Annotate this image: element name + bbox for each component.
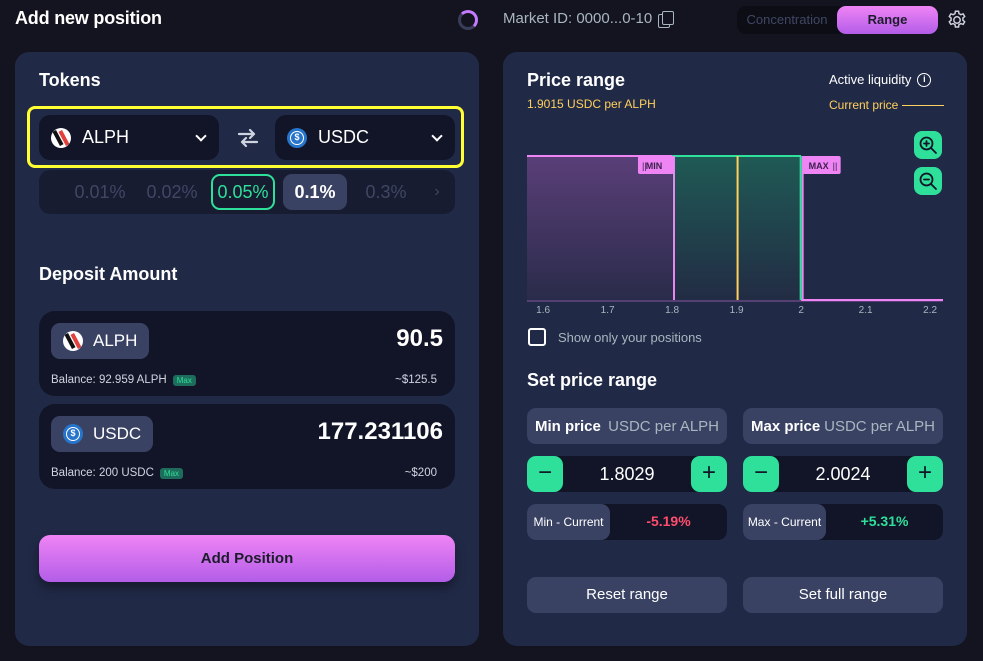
token-b-name: USDC [318, 127, 370, 147]
max-price-label-box: Max price USDC per ALPH [743, 408, 943, 444]
deposit-amount-input[interactable]: 90.5 [396, 325, 443, 353]
right-panel [503, 52, 967, 646]
fee-tier-row: 0.01% 0.02% 0.05% 0.1% 0.3% › [39, 170, 455, 214]
price-range-title: Price range [527, 70, 626, 90]
min-price-decrement-button[interactable]: − [527, 456, 563, 492]
mode-range-button[interactable]: Range [837, 6, 938, 34]
fee-tier-0-01[interactable]: 0.01% [65, 174, 135, 210]
deposit-amount-input[interactable]: 177.231106 [318, 418, 443, 446]
min-price-increment-button[interactable]: + [691, 456, 727, 492]
active-liquidity-label: Active liquidity [829, 72, 912, 87]
deposit-token-name: ALPH [93, 331, 138, 350]
copy-icon[interactable] [658, 10, 675, 28]
mode-concentration-button[interactable]: Concentration [737, 6, 837, 34]
min-handle-grip: || [642, 161, 647, 171]
set-price-range-title: Set price range [527, 370, 658, 390]
token-a-select[interactable]: ALPH [39, 115, 219, 160]
max-button[interactable]: Max [159, 467, 184, 479]
chevron-down-icon [195, 130, 207, 142]
deposit-box-alph: ALPH 90.5 Balance: 92.959 ALPH Max ~$125… [39, 311, 455, 396]
fee-tier-0-05[interactable]: 0.05% [211, 174, 275, 210]
usd-value: ~$200 [404, 467, 437, 479]
tokens-title: Tokens [39, 70, 101, 90]
min-price-input[interactable]: 1.8029 [563, 456, 691, 492]
current-price-legend-line [902, 104, 945, 106]
token-b-select[interactable]: $ USDC [275, 115, 455, 160]
x-tick-label: 1.7 [601, 305, 615, 316]
fee-tier-0-1[interactable]: 0.1% [283, 174, 347, 210]
min-current-box: Min - Current -5.19% [527, 504, 727, 540]
balance-text: Balance: 200 USDC [51, 467, 154, 479]
max-price-input[interactable]: 2.0024 [779, 456, 907, 492]
max-button[interactable]: Max [172, 374, 196, 386]
max-current-box: Max - Current +5.31% [743, 504, 943, 540]
show-only-positions-row[interactable]: Show only your positions [528, 328, 702, 346]
max-price-increment-button[interactable]: + [907, 456, 943, 492]
x-tick-label: 2 [798, 305, 804, 316]
token-a-name: ALPH [82, 127, 130, 147]
x-tick-label: 2.2 [923, 305, 937, 316]
current-price-legend: Current price [829, 98, 945, 112]
min-price-unit: USDC per ALPH [608, 417, 719, 435]
deposit-token-alph[interactable]: ALPH [51, 323, 150, 359]
deposit-box-usdc: $ USDC 177.231106 Balance: 200 USDC Max … [39, 404, 455, 489]
market-id: Market ID: 0000...0-10 [503, 10, 675, 28]
max-price-stepper: − 2.0024 + [743, 456, 943, 492]
max-price-label: Max price [751, 417, 821, 435]
deposit-token-usdc[interactable]: $ USDC [51, 416, 154, 452]
current-price-text: 1.9015 USDC per ALPH [527, 97, 656, 111]
min-handle-label: MIN [646, 161, 663, 171]
page-title: Add new position [15, 8, 162, 28]
chevron-right-icon[interactable]: › [429, 174, 445, 210]
fee-tier-0-3[interactable]: 0.3% [351, 174, 421, 210]
max-handle-label: MAX [809, 161, 829, 171]
max-price-decrement-button[interactable]: − [743, 456, 779, 492]
add-position-button[interactable]: Add Position [39, 535, 455, 582]
price-range-chart[interactable]: MIN|| MAX ||1.6 1.7 1.8 1.9 2 2.1 2.2 [527, 150, 943, 320]
max-handle-grip: || [833, 161, 838, 171]
reset-range-button[interactable]: Reset range [527, 577, 727, 613]
market-id-text: Market ID: 0000...0-10 [503, 10, 653, 27]
balance-alph: Balance: 92.959 ALPH Max [51, 374, 196, 386]
current-price-legend-label: Current price [829, 98, 899, 112]
usdc-logo-icon: $ [63, 424, 83, 444]
max-price-unit: USDC per ALPH [824, 417, 935, 435]
fee-tier-0-02[interactable]: 0.02% [137, 174, 207, 210]
x-tick-label: 1.8 [665, 305, 679, 316]
max-current-label: Max - Current [743, 504, 826, 540]
x-tick-label: 1.9 [730, 305, 744, 316]
gear-icon[interactable] [946, 9, 968, 31]
show-only-positions-label: Show only your positions [558, 329, 702, 345]
min-price-label: Min price [535, 417, 601, 435]
max-current-value: +5.31% [860, 513, 909, 529]
alph-logo-icon [51, 127, 71, 148]
usd-value: ~$125.5 [395, 374, 437, 386]
swap-icon[interactable] [236, 128, 260, 148]
min-price-stepper: − 1.8029 + [527, 456, 727, 492]
min-current-label: Min - Current [527, 504, 610, 540]
min-current-value: -5.19% [646, 513, 691, 529]
chevron-down-icon [431, 130, 443, 142]
deposit-token-name: USDC [93, 424, 142, 443]
info-icon[interactable]: i [917, 72, 932, 87]
active-liquidity: Active liquidity i [829, 72, 932, 87]
deposit-title: Deposit Amount [39, 264, 178, 284]
balance-usdc: Balance: 200 USDC Max [51, 467, 184, 479]
refresh-spinner-icon[interactable] [458, 10, 478, 30]
liquidity-bar [527, 156, 673, 300]
x-tick-label: 2.1 [859, 305, 873, 316]
mode-toggle: Concentration Range [737, 6, 938, 34]
x-tick-label: 1.6 [536, 305, 550, 316]
show-only-positions-checkbox[interactable] [528, 328, 546, 346]
min-price-label-box: Min price USDC per ALPH [527, 408, 727, 444]
set-full-range-button[interactable]: Set full range [743, 577, 943, 613]
alph-logo-icon [63, 331, 83, 351]
balance-text: Balance: 92.959 ALPH [51, 374, 167, 386]
usdc-logo-icon: $ [287, 127, 307, 148]
